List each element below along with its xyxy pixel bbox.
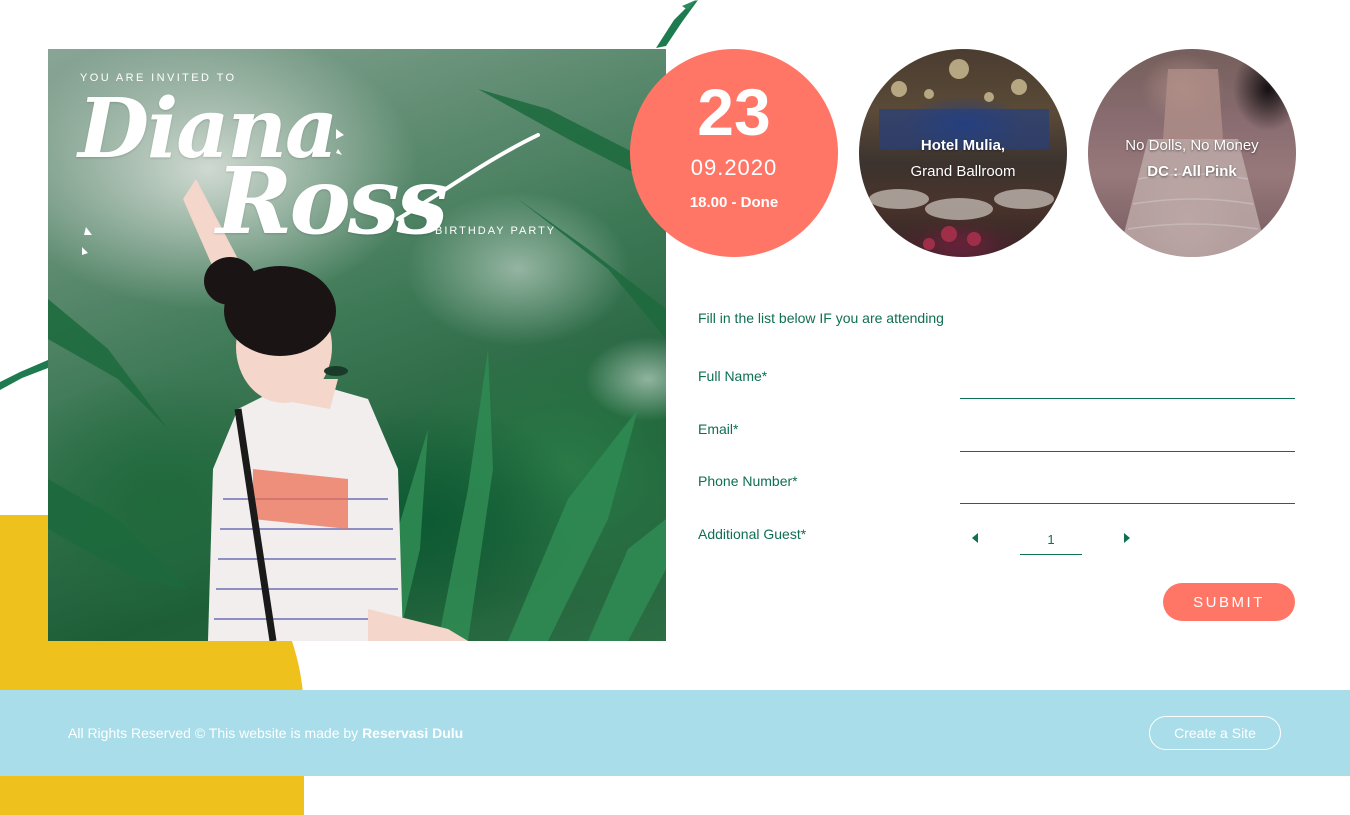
event-type-text: BIRTHDAY PARTY [435, 225, 557, 237]
event-time: 18.00 - Done [689, 194, 779, 211]
caret-right-icon [1124, 533, 1130, 543]
decorative-brush-stroke [656, 0, 698, 48]
event-month-year: 09.2020 [690, 155, 778, 180]
create-site-button[interactable]: Create a Site [1149, 716, 1281, 750]
full-name-label: Full Name* [698, 368, 768, 384]
event-day: 23 [697, 75, 771, 149]
increase-guest-button[interactable] [1121, 531, 1133, 545]
decorative-brush-flourish [82, 129, 540, 255]
dresscode-tagline: No Dolls, No Money [1125, 137, 1259, 154]
email-label: Email* [698, 421, 739, 437]
additional-guest-label: Additional Guest* [698, 526, 807, 542]
dresscode-text: DC : All Pink [1147, 163, 1237, 180]
venue-name: Hotel Mulia, [920, 137, 1006, 154]
venue-room: Grand Ballroom [910, 163, 1016, 180]
hero-photo: YOU ARE INVITED TO Diana Ross BIRTHDAY P… [48, 49, 666, 641]
phone-label: Phone Number* [698, 473, 798, 489]
decrease-guest-button[interactable] [969, 531, 981, 545]
footer-copyright: All Rights Reserved © This website is ma… [68, 725, 463, 741]
decorative-brush-stroke [0, 360, 48, 390]
guest-count-value[interactable]: 1 [1020, 524, 1082, 555]
submit-button[interactable]: SUBMIT [1163, 583, 1295, 621]
footer-brand-link[interactable]: Reservasi Dulu [362, 725, 463, 741]
footer-copyright-text: All Rights Reserved © This website is ma… [68, 725, 363, 741]
date-circle: 23 09.2020 18.00 - Done [630, 49, 838, 257]
venue-circle: Hotel Mulia, Grand Ballroom [859, 49, 1067, 257]
full-name-input[interactable] [960, 368, 1295, 399]
caret-left-icon [972, 533, 978, 543]
footer: All Rights Reserved © This website is ma… [0, 690, 1350, 776]
phone-input[interactable] [960, 473, 1295, 504]
email-input[interactable] [960, 421, 1295, 452]
form-intro: Fill in the list below IF you are attend… [698, 310, 944, 326]
dresscode-circle: No Dolls, No Money DC : All Pink [1088, 49, 1296, 257]
